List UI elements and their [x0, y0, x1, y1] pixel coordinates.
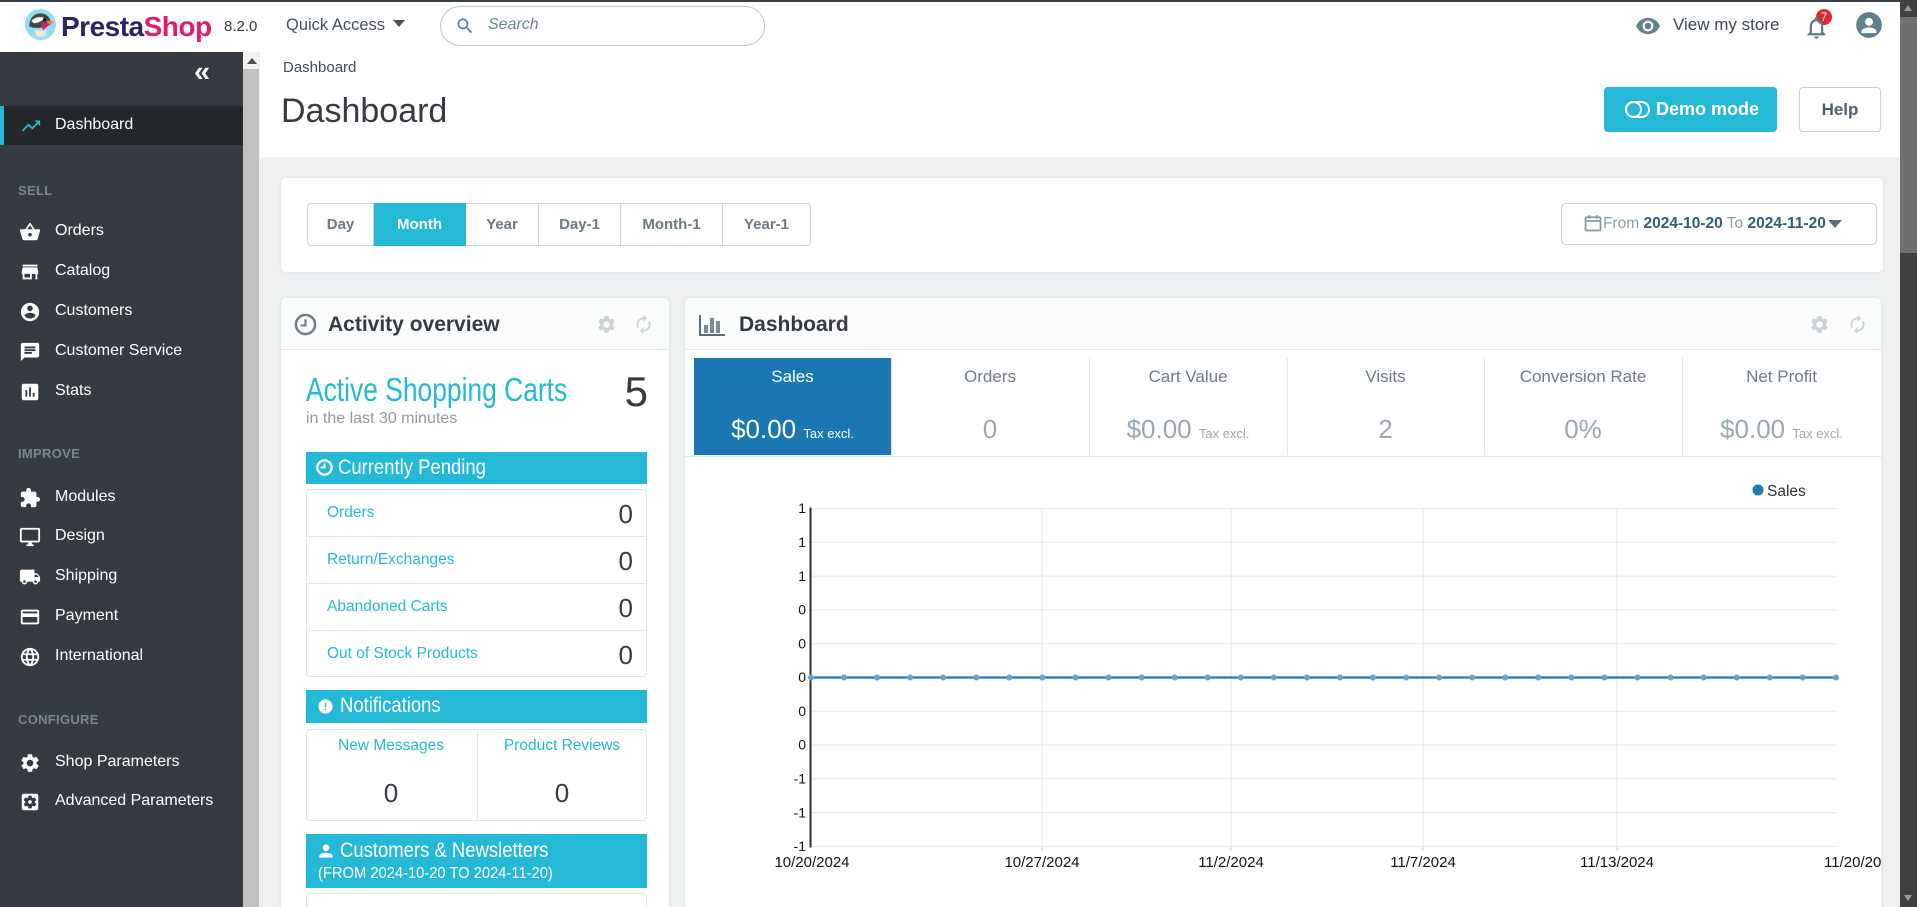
- svg-text:0: 0: [798, 602, 806, 618]
- svg-text:-1: -1: [794, 804, 807, 820]
- svg-text:10/27/2024: 10/27/2024: [1004, 854, 1079, 871]
- svg-text:1: 1: [798, 568, 806, 584]
- svg-text:0: 0: [798, 703, 806, 719]
- svg-text:10/20/2024: 10/20/2024: [774, 854, 849, 871]
- svg-text:11/7/2024: 11/7/2024: [1390, 854, 1456, 871]
- svg-text:0: 0: [798, 635, 806, 651]
- svg-text:0: 0: [798, 737, 806, 753]
- svg-text:Sales: Sales: [1767, 483, 1806, 500]
- svg-text:-1: -1: [794, 838, 807, 854]
- svg-text:11/13/2024: 11/13/2024: [1580, 854, 1654, 871]
- svg-text:1: 1: [798, 500, 806, 516]
- svg-text:1: 1: [798, 534, 806, 550]
- svg-text:11/20/2024: 11/20/2024: [1824, 854, 1881, 871]
- svg-text:-1: -1: [794, 771, 807, 787]
- svg-text:0: 0: [798, 669, 806, 685]
- svg-text:11/2/2024: 11/2/2024: [1198, 854, 1264, 871]
